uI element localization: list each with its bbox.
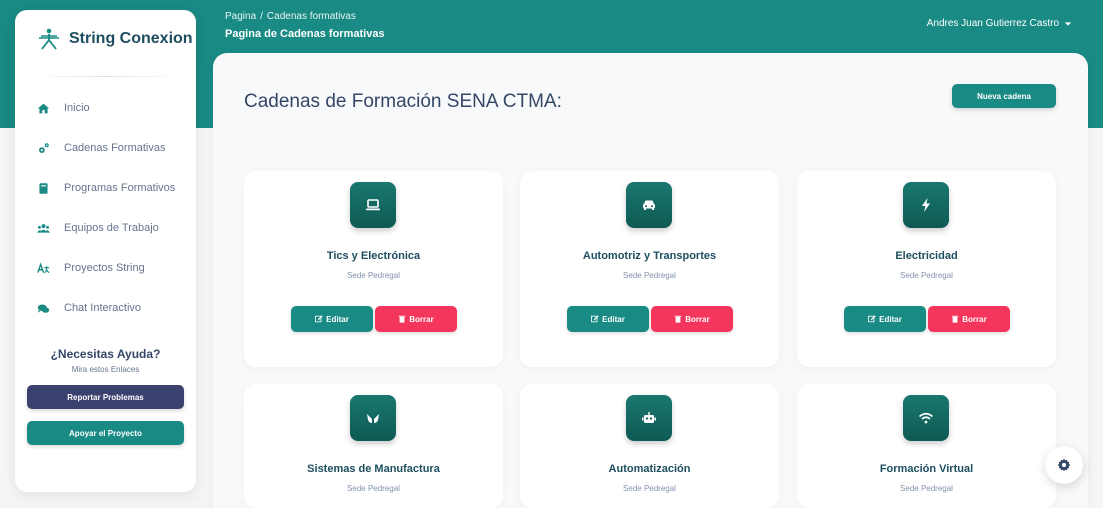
- trash-icon: [952, 315, 959, 323]
- sidebar-item-label: Proyectos String: [64, 262, 145, 274]
- page-title: Pagina de Cadenas formativas: [225, 28, 385, 40]
- sidebar-item-cadenas[interactable]: Cadenas Formativas: [15, 128, 196, 168]
- sena-logo-icon: [37, 27, 61, 51]
- chain-card: Tics y Electrónica Sede Pedregal Editar …: [244, 171, 503, 367]
- card-title: Tics y Electrónica: [326, 250, 421, 262]
- edit-button[interactable]: Editar: [844, 306, 926, 332]
- sidebar-item-inicio[interactable]: Inicio: [15, 88, 196, 128]
- delete-label: Borrar: [685, 314, 710, 324]
- card-subtitle: Sede Pedregal: [623, 484, 676, 493]
- delete-button[interactable]: Borrar: [928, 306, 1010, 332]
- chain-card: Sistemas de Manufactura Sede Pedregal: [244, 384, 503, 508]
- robot-icon: [626, 395, 672, 441]
- bolt-icon: [903, 182, 949, 228]
- card-title: Automatización: [608, 463, 691, 475]
- gears-icon: [37, 142, 50, 155]
- delete-button[interactable]: Borrar: [375, 306, 457, 332]
- chain-card: Automatización Sede Pedregal: [520, 384, 779, 508]
- card-title: Sistemas de Manufactura: [307, 463, 440, 475]
- edit-icon: [315, 315, 323, 323]
- edit-label: Editar: [326, 314, 349, 324]
- caret-down-icon: [1064, 21, 1072, 26]
- support-project-button[interactable]: Apoyar el Proyecto: [27, 421, 184, 445]
- home-icon: [37, 102, 50, 115]
- user-name: Andres Juan Gutierrez Castro: [926, 18, 1059, 29]
- sidebar-item-proyectos[interactable]: Proyectos String: [15, 248, 196, 288]
- edit-label: Editar: [879, 314, 902, 324]
- settings-button[interactable]: [1045, 446, 1083, 484]
- card-subtitle: Sede Pedregal: [347, 271, 400, 280]
- new-chain-button[interactable]: Nueva cadena: [952, 84, 1056, 108]
- edit-button[interactable]: Editar: [291, 306, 373, 332]
- laptop-icon: [350, 182, 396, 228]
- chain-card: Automotriz y Transportes Sede Pedregal E…: [520, 171, 779, 367]
- sidebar-item-label: Chat Interactivo: [64, 302, 142, 314]
- breadcrumb-separator: /: [260, 11, 263, 22]
- sidebar: String Conexion Inicio Cadenas Formativa…: [15, 10, 196, 492]
- chain-card: Electricidad Sede Pedregal Editar Borrar: [797, 171, 1056, 367]
- breadcrumb: Pagina / Cadenas formativas: [225, 11, 356, 22]
- divider: [33, 76, 178, 77]
- comments-icon: [37, 302, 50, 315]
- language-icon: [37, 261, 50, 275]
- edit-label: Editar: [602, 314, 625, 324]
- chain-card: Formación Virtual Sede Pedregal: [797, 384, 1056, 508]
- hands-icon: [350, 395, 396, 441]
- section-title: Cadenas de Formación SENA CTMA:: [244, 91, 562, 112]
- help-subtitle: Mira estos Enlaces: [71, 365, 140, 374]
- wifi-icon: [903, 395, 949, 441]
- card-subtitle: Sede Pedregal: [900, 484, 953, 493]
- sidebar-item-chat[interactable]: Chat Interactivo: [15, 288, 196, 328]
- sidebar-item-label: Programas Formativos: [64, 182, 176, 194]
- sidebar-item-equipos[interactable]: Equipos de Trabajo: [15, 208, 196, 248]
- sidebar-item-label: Inicio: [64, 102, 90, 114]
- card-subtitle: Sede Pedregal: [623, 271, 676, 280]
- brand[interactable]: String Conexion: [15, 10, 196, 68]
- trash-icon: [399, 315, 406, 323]
- card-subtitle: Sede Pedregal: [347, 484, 400, 493]
- sidebar-item-label: Cadenas Formativas: [64, 142, 166, 154]
- card-title: Formación Virtual: [879, 463, 974, 475]
- card-title: Automotriz y Transportes: [582, 250, 717, 262]
- sidebar-nav: Inicio Cadenas Formativas Programas Form…: [15, 88, 196, 328]
- help-section: ¿Necesitas Ayuda? Mira estos Enlaces: [15, 347, 196, 374]
- delete-label: Borrar: [962, 314, 987, 324]
- user-menu[interactable]: Andres Juan Gutierrez Castro: [927, 18, 1072, 29]
- gear-icon: [1057, 458, 1071, 472]
- card-title: Electricidad: [895, 250, 958, 262]
- help-title: ¿Necesitas Ayuda?: [50, 347, 161, 361]
- main-panel: Cadenas de Formación SENA CTMA: Nueva ca…: [213, 53, 1088, 508]
- edit-button[interactable]: Editar: [567, 306, 649, 332]
- card-subtitle: Sede Pedregal: [900, 271, 953, 280]
- report-problems-button[interactable]: Reportar Problemas: [27, 385, 184, 409]
- brand-name: String Conexion: [69, 30, 193, 47]
- edit-icon: [591, 315, 599, 323]
- sidebar-item-programas[interactable]: Programas Formativos: [15, 168, 196, 208]
- edit-icon: [868, 315, 876, 323]
- delete-label: Borrar: [409, 314, 434, 324]
- sidebar-item-label: Equipos de Trabajo: [64, 222, 159, 234]
- breadcrumb-current: Cadenas formativas: [266, 11, 356, 22]
- car-icon: [626, 182, 672, 228]
- breadcrumb-root-link[interactable]: Pagina: [225, 11, 256, 22]
- book-icon: [37, 182, 50, 195]
- delete-button[interactable]: Borrar: [651, 306, 733, 332]
- users-icon: [37, 222, 50, 235]
- trash-icon: [675, 315, 682, 323]
